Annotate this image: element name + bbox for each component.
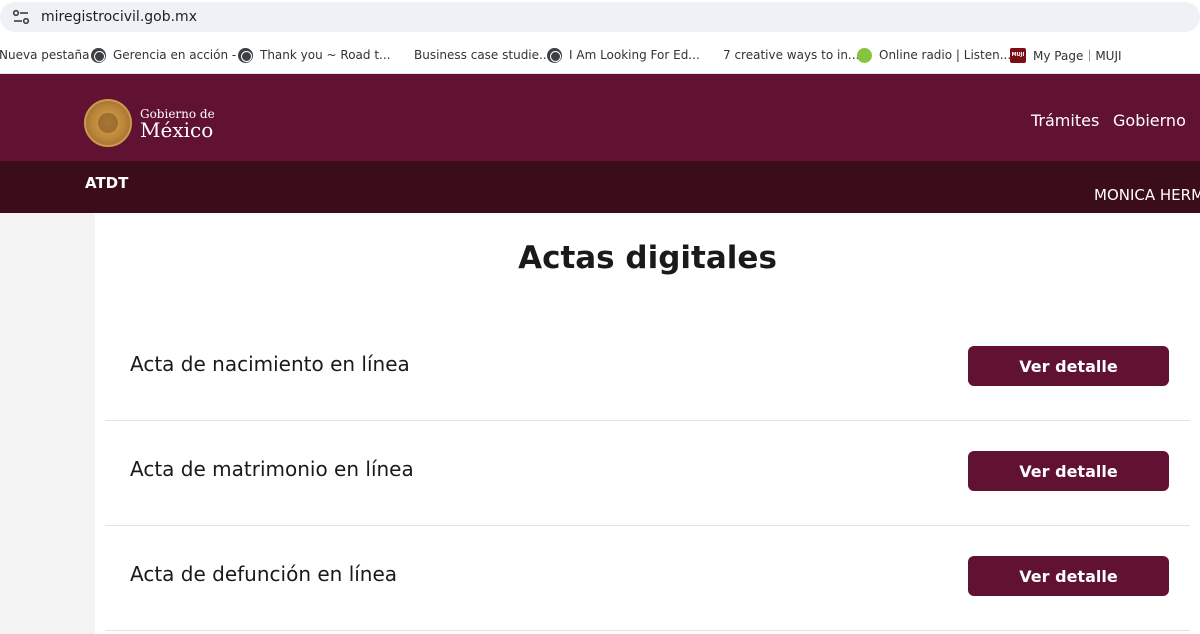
nav-tramites[interactable]: Trámites — [1031, 111, 1099, 130]
section-title[interactable]: ATDT — [85, 174, 128, 192]
page-title: Actas digitales — [518, 240, 777, 276]
bookmark-label: I Am Looking For Ed... — [569, 48, 700, 62]
bookmark-label: Nueva pestaña — [0, 48, 90, 62]
url-text[interactable]: miregistrocivil.gob.mx — [41, 9, 197, 25]
browser-url-bar: miregistrocivil.gob.mx — [0, 0, 1200, 34]
bookmark-looking-for[interactable]: I Am Looking For Ed... — [547, 46, 700, 64]
bookmark-creative-ways[interactable]: 7 creative ways to in... — [723, 46, 859, 64]
mexico-seal-icon[interactable] — [84, 99, 132, 147]
bookmark-label: Online radio | Listen... — [879, 48, 1012, 62]
bookmark-label: Thank you ~ Road t... — [260, 48, 391, 62]
site-info-icon[interactable] — [12, 9, 30, 25]
bookmark-label: Business case studie... — [414, 48, 551, 62]
muji-icon: MUJI — [1010, 47, 1026, 63]
acta-label: Acta de defunción en línea — [130, 562, 398, 586]
section-header: ATDT MONICA HERM — [0, 161, 1200, 213]
list-item: Acta de defunción en línea Ver detalle — [105, 526, 1190, 631]
list-item: Acta de nacimiento en línea Ver detalle — [105, 316, 1190, 421]
globe-icon — [91, 47, 106, 63]
bookmark-business-case[interactable]: Business case studie... — [414, 46, 550, 64]
globe-icon — [547, 47, 562, 63]
bookmark-label: Gerencia en acción - — [113, 48, 237, 62]
main-content: Actas digitales Acta de nacimiento en lí… — [95, 213, 1200, 634]
bookmark-label: 7 creative ways to in... — [723, 48, 860, 62]
bookmark-gerencia[interactable]: Gerencia en acción - — [91, 46, 236, 64]
bookmark-online-radio[interactable]: Online radio | Listen... — [857, 46, 1011, 64]
bookmark-muji[interactable]: MUJI My Page｜MUJI — [1010, 46, 1122, 64]
bookmark-thank-you[interactable]: Thank you ~ Road t... — [238, 46, 390, 64]
acta-label: Acta de nacimiento en línea — [130, 352, 410, 376]
acta-label: Acta de matrimonio en línea — [130, 457, 414, 481]
bookmark-nueva-pestana[interactable]: Nueva pestaña — [0, 46, 90, 64]
user-name[interactable]: MONICA HERM — [1094, 186, 1200, 204]
government-header: Gobierno de México Trámites Gobierno — [0, 74, 1200, 161]
bookmarks-bar: Nueva pestaña Gerencia en acción - Thank… — [0, 34, 1200, 74]
ver-detalle-nacimiento-button[interactable]: Ver detalle — [968, 346, 1169, 386]
nav-gobierno[interactable]: Gobierno — [1113, 111, 1186, 130]
bookmark-label: My Page｜MUJI — [1033, 48, 1122, 63]
logo-text-big[interactable]: México — [140, 118, 213, 142]
globe-icon — [238, 47, 253, 63]
ver-detalle-defuncion-button[interactable]: Ver detalle — [968, 556, 1169, 596]
list-item: Acta de matrimonio en línea Ver detalle — [105, 421, 1190, 526]
ver-detalle-matrimonio-button[interactable]: Ver detalle — [968, 451, 1169, 491]
leaf-icon — [857, 47, 872, 63]
